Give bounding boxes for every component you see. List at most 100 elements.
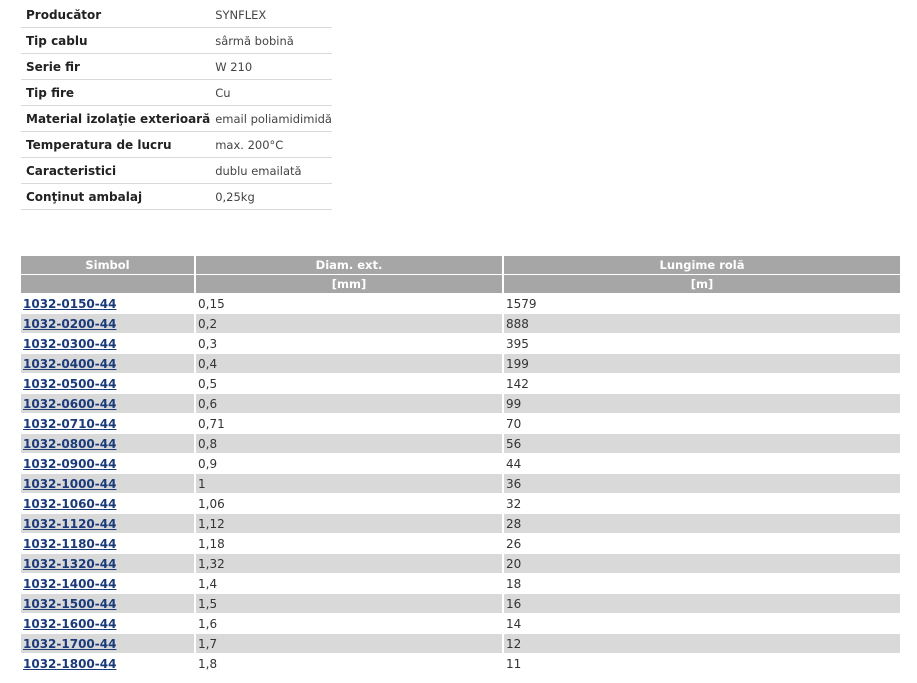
specifications-table: Producător SYNFLEX Tip cablu sârmă bobină Se…: [21, 2, 332, 210]
simbol-cell: 1032-1120-44: [21, 513, 196, 534]
diameter-cell: 0,6: [195, 393, 504, 414]
length-cell: 395: [503, 333, 900, 354]
spec-label: Producător: [21, 2, 211, 28]
product-code-link[interactable]: 1032-0500-44: [23, 377, 116, 391]
simbol-cell: 1032-0600-44: [21, 393, 196, 414]
spec-row: Tip cablu sârmă bobină: [21, 27, 332, 54]
simbol-cell: 1032-0200-44: [21, 313, 196, 334]
table-row: 1032-1700-44 1,7 12: [21, 633, 900, 654]
table-row: 1032-0500-44 0,5 142: [21, 373, 900, 394]
header-row: Simbol Diam. ext. Lungime rolă: [21, 256, 900, 275]
length-cell: 56: [503, 433, 900, 454]
spec-row: Caracteristici dublu emailată: [21, 157, 332, 184]
spec-label: Tip fire: [21, 79, 211, 106]
spec-value: max. 200°C: [210, 131, 332, 158]
spec-label: Temperatura de lucru: [21, 131, 211, 158]
product-code-link[interactable]: 1032-0710-44: [23, 417, 116, 431]
length-cell: 28: [503, 513, 900, 534]
unit-diam-ext: [mm]: [195, 274, 504, 294]
diameter-cell: 1,8: [195, 653, 504, 674]
length-cell: 12: [503, 633, 900, 654]
diameter-cell: 0,15: [195, 293, 504, 314]
length-cell: 36: [503, 473, 900, 494]
simbol-cell: 1032-1600-44: [21, 613, 196, 634]
product-code-link[interactable]: 1032-1600-44: [23, 617, 116, 631]
diameter-cell: 1,32: [195, 553, 504, 574]
product-table-header: Simbol Diam. ext. Lungime rolă [mm] [m]: [21, 256, 900, 294]
spec-label: Caracteristici: [21, 157, 211, 184]
product-code-link[interactable]: 1032-1500-44: [23, 597, 116, 611]
diameter-cell: 0,71: [195, 413, 504, 434]
table-row: 1032-0800-44 0,8 56: [21, 433, 900, 454]
spec-value: dublu emailată: [210, 157, 332, 184]
diameter-cell: 0,5: [195, 373, 504, 394]
product-table-body: 1032-0150-44 0,15 1579 1032-0200-44 0,2 888 10…: [21, 293, 900, 674]
simbol-cell: 1032-0150-44: [21, 293, 196, 314]
product-table: Simbol Diam. ext. Lungime rolă [mm] [m] …: [21, 256, 900, 674]
product-code-link[interactable]: 1032-0800-44: [23, 437, 116, 451]
table-row: 1032-0710-44 0,71 70: [21, 413, 900, 434]
table-row: 1032-1060-44 1,06 32: [21, 493, 900, 514]
length-cell: 18: [503, 573, 900, 594]
simbol-cell: 1032-0300-44: [21, 333, 196, 354]
product-code-link[interactable]: 1032-1000-44: [23, 477, 116, 491]
spec-row: Conţinut ambalaj 0,25kg: [21, 183, 332, 210]
simbol-cell: 1032-0900-44: [21, 453, 196, 474]
spec-value: Cu: [210, 79, 332, 106]
simbol-cell: 1032-0800-44: [21, 433, 196, 454]
diameter-cell: 0,9: [195, 453, 504, 474]
length-cell: 70: [503, 413, 900, 434]
diameter-cell: 0,4: [195, 353, 504, 374]
diameter-cell: 1: [195, 473, 504, 494]
spec-label: Material izolaţie exterioară: [21, 105, 211, 132]
product-code-link[interactable]: 1032-0600-44: [23, 397, 116, 411]
simbol-cell: 1032-1320-44: [21, 553, 196, 574]
table-row: 1032-1000-44 1 36: [21, 473, 900, 494]
spec-row: Producător SYNFLEX: [21, 2, 332, 28]
product-code-link[interactable]: 1032-0400-44: [23, 357, 116, 371]
spec-value: email poliamidimidă: [210, 105, 332, 132]
diameter-cell: 0,2: [195, 313, 504, 334]
product-code-link[interactable]: 1032-1060-44: [23, 497, 116, 511]
spec-row: Tip fire Cu: [21, 79, 332, 106]
spec-label: Tip cablu: [21, 27, 211, 54]
table-row: 1032-0900-44 0,9 44: [21, 453, 900, 474]
table-row: 1032-1180-44 1,18 26: [21, 533, 900, 554]
length-cell: 26: [503, 533, 900, 554]
unit-lungime-rola: [m]: [503, 274, 900, 294]
product-code-link[interactable]: 1032-1180-44: [23, 537, 116, 551]
length-cell: 1579: [503, 293, 900, 314]
product-code-link[interactable]: 1032-1700-44: [23, 637, 116, 651]
simbol-cell: 1032-0400-44: [21, 353, 196, 374]
length-cell: 20: [503, 553, 900, 574]
length-cell: 99: [503, 393, 900, 414]
length-cell: 16: [503, 593, 900, 614]
units-row: [mm] [m]: [21, 274, 900, 294]
table-row: 1032-0300-44 0,3 395: [21, 333, 900, 354]
diameter-cell: 1,4: [195, 573, 504, 594]
spec-value: W 210: [210, 53, 332, 80]
header-diam-ext: Diam. ext.: [195, 256, 504, 275]
length-cell: 199: [503, 353, 900, 374]
product-code-link[interactable]: 1032-1120-44: [23, 517, 116, 531]
diameter-cell: 1,5: [195, 593, 504, 614]
product-code-link[interactable]: 1032-0900-44: [23, 457, 116, 471]
spec-label: Conţinut ambalaj: [21, 183, 211, 210]
simbol-cell: 1032-1700-44: [21, 633, 196, 654]
product-code-link[interactable]: 1032-0150-44: [23, 297, 116, 311]
specifications-body: Producător SYNFLEX Tip cablu sârmă bobină Se…: [21, 2, 332, 210]
diameter-cell: 1,18: [195, 533, 504, 554]
product-code-link[interactable]: 1032-1320-44: [23, 557, 116, 571]
diameter-cell: 0,3: [195, 333, 504, 354]
product-code-link[interactable]: 1032-1800-44: [23, 657, 116, 671]
spec-value: SYNFLEX: [210, 2, 332, 28]
product-code-link[interactable]: 1032-0200-44: [23, 317, 116, 331]
table-row: 1032-0600-44 0,6 99: [21, 393, 900, 414]
diameter-cell: 1,7: [195, 633, 504, 654]
table-row: 1032-1500-44 1,5 16: [21, 593, 900, 614]
table-row: 1032-1320-44 1,32 20: [21, 553, 900, 574]
spec-value: sârmă bobină: [210, 27, 332, 54]
product-code-link[interactable]: 1032-0300-44: [23, 337, 116, 351]
product-code-link[interactable]: 1032-1400-44: [23, 577, 116, 591]
table-row: 1032-1400-44 1,4 18: [21, 573, 900, 594]
